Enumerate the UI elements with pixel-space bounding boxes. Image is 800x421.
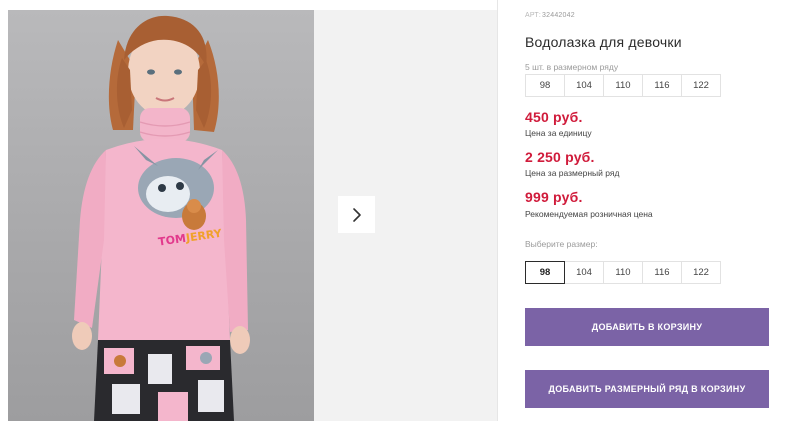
size-option-116[interactable]: 116 (642, 261, 682, 284)
size-row-item: 116 (642, 74, 682, 97)
size-row-price: 2 250 руб. (525, 149, 595, 165)
unit-price-label: Цена за единицу (525, 128, 592, 138)
gallery-next-button[interactable] (338, 196, 375, 233)
size-row-item: 110 (603, 74, 643, 97)
girl-in-pink-turtleneck-image: TOM JERRY (72, 15, 250, 421)
unit-price: 450 руб. (525, 109, 583, 125)
size-option-110[interactable]: 110 (603, 261, 643, 284)
product-title: Водолазка для девочки (525, 34, 682, 50)
product-gallery: TOM JERRY (8, 10, 497, 421)
size-row-caption: 5 шт. в размерном ряду (525, 62, 619, 72)
product-photo[interactable]: TOM JERRY (8, 10, 314, 421)
size-selector: 98 104 110 116 122 (525, 261, 721, 284)
choose-size-label: Выберите размер: (525, 239, 598, 249)
size-row-item: 122 (681, 74, 721, 97)
size-option-104[interactable]: 104 (564, 261, 604, 284)
retail-price-label: Рекомендуемая розничная цена (525, 209, 653, 219)
sku-line: АРТ:32442042 (525, 12, 575, 19)
size-option-122[interactable]: 122 (681, 261, 721, 284)
chevron-right-icon (352, 207, 361, 222)
divider (497, 0, 498, 421)
sku-label: АРТ: (525, 12, 542, 19)
size-row: 98 104 110 116 122 (525, 74, 721, 97)
size-row-item: 104 (564, 74, 604, 97)
retail-price: 999 руб. (525, 189, 583, 205)
size-row-price-label: Цена за размерный ряд (525, 168, 620, 178)
size-row-item: 98 (525, 74, 565, 97)
size-option-98[interactable]: 98 (525, 261, 565, 284)
add-to-cart-button[interactable]: ДОБАВИТЬ В КОРЗИНУ (525, 308, 769, 346)
add-size-row-to-cart-button[interactable]: ДОБАВИТЬ РАЗМЕРНЫЙ РЯД В КОРЗИНУ (525, 370, 769, 408)
sku-value: 32442042 (542, 12, 575, 19)
